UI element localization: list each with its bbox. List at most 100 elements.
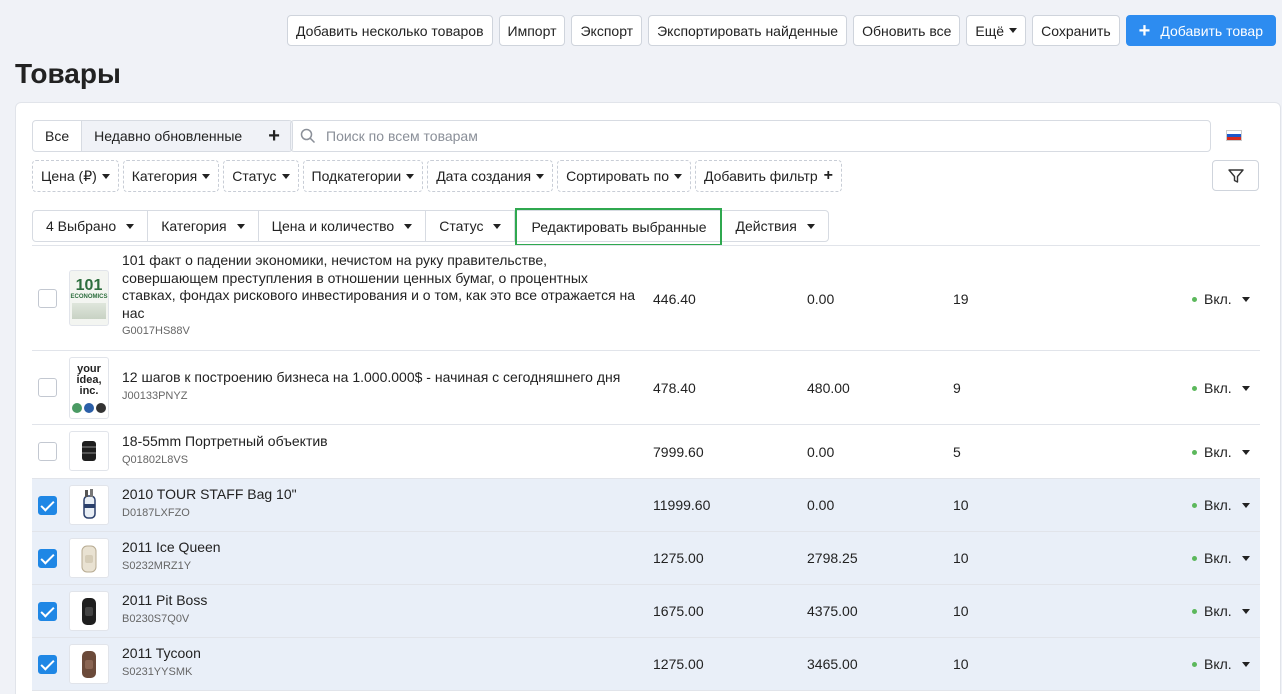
quantity-cell[interactable]: 10 <box>953 603 969 619</box>
tab-recent[interactable]: Недавно обновленные <box>82 121 251 151</box>
bulk-actions-dropdown[interactable]: Действия <box>722 211 827 241</box>
filter-toggle-button[interactable] <box>1212 160 1259 191</box>
table-row[interactable]: 101 ECONOMICS 101 факт о падении экономи… <box>32 245 1260 350</box>
table-row[interactable] <box>32 690 1260 694</box>
row-checkbox[interactable] <box>38 602 57 621</box>
bulk-actions-bar: 4 Выбрано Категория Цена и количество Ст… <box>32 208 829 246</box>
price-cell[interactable]: 11999.60 <box>653 497 710 513</box>
add-product-button[interactable]: + Добавить товар <box>1125 15 1276 46</box>
bulk-category-dropdown[interactable]: Категория <box>148 211 259 241</box>
bulk-category-label: Категория <box>161 218 227 234</box>
table-row[interactable]: your idea, inc. 12 шагов к построению би… <box>32 350 1260 424</box>
chevron-down-icon <box>1241 661 1250 667</box>
product-name-link[interactable]: 2011 Pit Boss <box>122 592 642 610</box>
product-thumbnail[interactable] <box>69 644 109 684</box>
status-dropdown[interactable]: Вкл. <box>1192 656 1250 672</box>
filter-sort-by[interactable]: Сортировать по <box>557 160 691 192</box>
row-checkbox[interactable] <box>38 289 57 308</box>
quantity-cell[interactable]: 19 <box>953 291 969 307</box>
filter-created-date[interactable]: Дата создания <box>427 160 554 192</box>
status-dropdown[interactable]: Вкл. <box>1192 550 1250 566</box>
add-filter-button[interactable]: Добавить фильтр + <box>694 160 842 192</box>
table-row[interactable]: 2011 Tycoon S0231YYSMK 1275.00 3465.00 1… <box>32 637 1260 690</box>
add-multiple-button[interactable]: Добавить несколько товаров <box>286 15 493 46</box>
product-name-link[interactable]: 2011 Tycoon <box>122 645 642 663</box>
row-checkbox[interactable] <box>38 549 57 568</box>
product-name-link[interactable]: 12 шагов к построению бизнеса на 1.000.0… <box>122 369 642 387</box>
bulk-price-qty-dropdown[interactable]: Цена и количество <box>259 211 427 241</box>
list-price-cell[interactable]: 3465.00 <box>807 656 858 672</box>
product-info: 101 факт о падении экономики, нечистом н… <box>122 252 642 337</box>
list-price-cell[interactable]: 4375.00 <box>807 603 858 619</box>
status-dropdown[interactable]: Вкл. <box>1192 497 1250 513</box>
update-all-button[interactable]: Обновить все <box>853 15 961 46</box>
price-cell[interactable]: 446.40 <box>653 291 696 307</box>
status-dot-icon <box>1192 449 1197 455</box>
list-price-cell[interactable]: 480.00 <box>807 380 850 396</box>
lens-image-icon <box>82 441 96 461</box>
export-found-button[interactable]: Экспортировать найденные <box>648 15 848 46</box>
price-cell[interactable]: 1275.00 <box>653 550 704 566</box>
chevron-down-icon <box>281 173 290 179</box>
chevron-down-icon <box>1241 608 1250 614</box>
product-thumbnail[interactable] <box>69 431 109 471</box>
row-checkbox[interactable] <box>38 655 57 674</box>
product-name-link[interactable]: 101 факт о падении экономики, нечистом н… <box>122 252 642 322</box>
filter-status[interactable]: Статус <box>223 160 299 192</box>
list-price-cell[interactable]: 2798.25 <box>807 550 858 566</box>
product-name-link[interactable]: 2011 Ice Queen <box>122 539 642 557</box>
list-price-cell[interactable]: 0.00 <box>807 497 834 513</box>
quantity-cell[interactable]: 10 <box>953 550 969 566</box>
filter-price[interactable]: Цена (₽) <box>32 160 119 192</box>
selected-count-dropdown[interactable]: 4 Выбрано <box>33 211 149 241</box>
status-dropdown[interactable]: Вкл. <box>1192 603 1250 619</box>
price-cell[interactable]: 1675.00 <box>653 603 704 619</box>
status-label: Вкл. <box>1204 291 1232 307</box>
language-flag-icon[interactable] <box>1226 130 1242 141</box>
price-cell[interactable]: 1275.00 <box>653 656 704 672</box>
table-row[interactable]: 2011 Ice Queen S0232MRZ1Y 1275.00 2798.2… <box>32 531 1260 584</box>
edit-selected-button[interactable]: Редактировать выбранные <box>515 208 723 246</box>
status-dropdown[interactable]: Вкл. <box>1192 291 1250 307</box>
quantity-cell[interactable]: 5 <box>953 444 961 460</box>
status-dropdown[interactable]: Вкл. <box>1192 444 1250 460</box>
product-thumbnail[interactable] <box>69 591 109 631</box>
search-input[interactable]: Поиск по всем товарам <box>290 120 1211 152</box>
status-dot-icon <box>1192 296 1197 302</box>
filter-label: Подкатегории <box>311 168 402 184</box>
price-cell[interactable]: 7999.60 <box>653 444 704 460</box>
save-button[interactable]: Сохранить <box>1032 15 1120 46</box>
status-dropdown[interactable]: Вкл. <box>1192 380 1250 396</box>
table-row[interactable]: 2011 Pit Boss B0230S7Q0V 1675.00 4375.00… <box>32 584 1260 637</box>
product-info: 2011 Pit Boss B0230S7Q0V <box>122 592 642 625</box>
product-thumbnail[interactable]: your idea, inc. <box>69 357 109 419</box>
quantity-cell[interactable]: 10 <box>953 497 969 513</box>
add-tab-button[interactable]: + <box>250 121 292 151</box>
export-button[interactable]: Экспорт <box>571 15 643 46</box>
tab-all[interactable]: Все <box>33 121 83 151</box>
product-sku: B0230S7Q0V <box>122 612 190 625</box>
list-price-cell[interactable]: 0.00 <box>807 444 834 460</box>
quantity-cell[interactable]: 9 <box>953 380 961 396</box>
product-name-link[interactable]: 2010 TOUR STAFF Bag 10" <box>122 486 642 504</box>
table-row[interactable]: 18-55mm Портретный объектив Q01802L8VS 7… <box>32 424 1260 478</box>
row-checkbox[interactable] <box>38 442 57 461</box>
product-sku: G0017HS88V <box>122 325 190 337</box>
table-row[interactable]: 2010 TOUR STAFF Bag 10" D0187LXFZO 11999… <box>32 478 1260 531</box>
row-checkbox[interactable] <box>38 496 57 515</box>
bulk-status-dropdown[interactable]: Статус <box>426 211 516 241</box>
product-name-link[interactable]: 18-55mm Портретный объектив <box>122 433 642 451</box>
filter-category[interactable]: Категория <box>122 160 220 192</box>
product-thumbnail[interactable] <box>69 485 109 525</box>
import-button[interactable]: Импорт <box>498 15 566 46</box>
more-dropdown[interactable]: Ещё <box>966 15 1027 46</box>
quantity-cell[interactable]: 10 <box>953 656 969 672</box>
row-checkbox[interactable] <box>38 378 57 397</box>
bulk-price-qty-label: Цена и количество <box>271 218 395 234</box>
list-price-cell[interactable]: 0.00 <box>807 291 834 307</box>
product-thumbnail[interactable]: 101 ECONOMICS <box>69 270 109 326</box>
price-cell[interactable]: 478.40 <box>653 380 696 396</box>
filter-label: Категория <box>131 168 198 184</box>
product-thumbnail[interactable] <box>69 538 109 578</box>
filter-subcategories[interactable]: Подкатегории <box>302 160 424 192</box>
